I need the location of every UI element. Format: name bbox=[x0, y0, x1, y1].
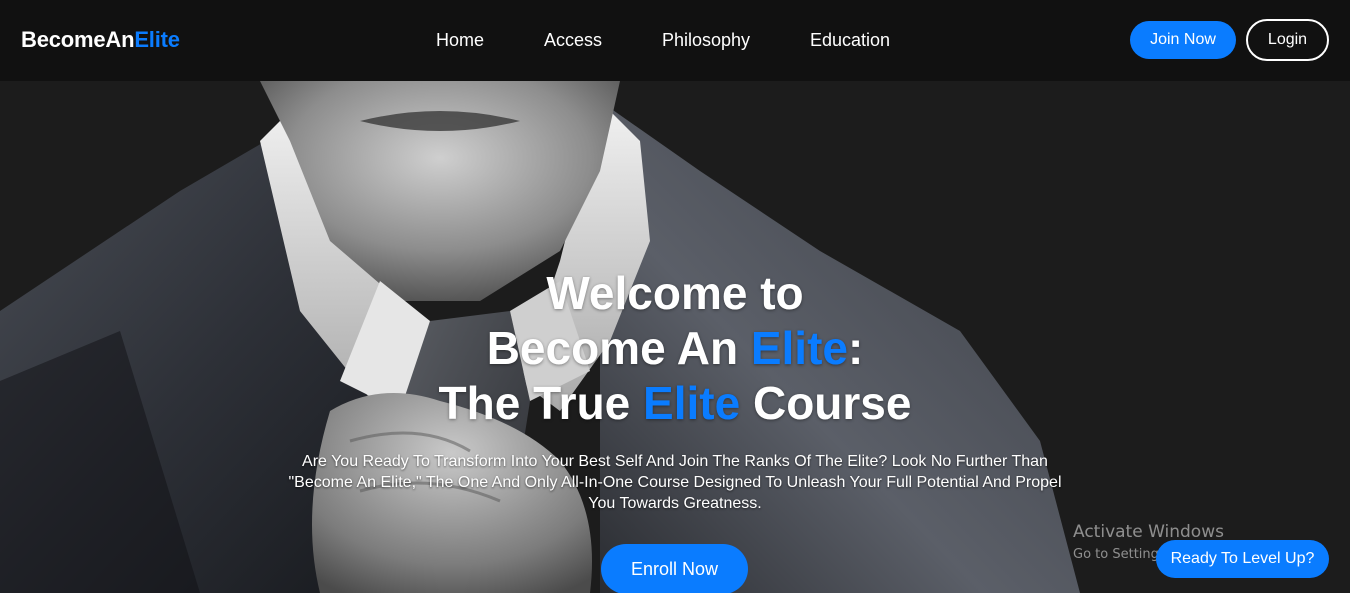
join-now-button[interactable]: Join Now bbox=[1130, 21, 1236, 59]
hero-line2-colon: : bbox=[847, 322, 864, 374]
login-button[interactable]: Login bbox=[1246, 19, 1329, 61]
top-navigation-bar: BecomeAnElite Home Access Philosophy Edu… bbox=[0, 0, 1350, 81]
hero-line2-text: Become An bbox=[486, 322, 751, 374]
enroll-now-button[interactable]: Enroll Now bbox=[601, 544, 748, 593]
nav-access-link[interactable]: Access bbox=[544, 30, 602, 51]
watermark-title: Activate Windows bbox=[1073, 522, 1224, 542]
hero-heading: Welcome to Become An Elite: The True Eli… bbox=[0, 266, 1350, 431]
nav-philosophy-link[interactable]: Philosophy bbox=[662, 30, 750, 51]
hero-heading-line-3: The True Elite Course bbox=[0, 376, 1350, 431]
nav-education-link[interactable]: Education bbox=[810, 30, 890, 51]
level-up-chat-button[interactable]: Ready To Level Up? bbox=[1156, 540, 1329, 578]
hero-subtitle: Are You Ready To Transform Into Your Bes… bbox=[288, 453, 1062, 512]
nav-home-link[interactable]: Home bbox=[436, 30, 484, 51]
hero-line3-accent: Elite bbox=[643, 377, 741, 429]
hero-line3-suffix: Course bbox=[740, 377, 912, 429]
hero-line2-accent: Elite bbox=[750, 322, 848, 374]
hero-heading-line-2: Become An Elite: bbox=[0, 321, 1350, 376]
hero-line3-text: The True bbox=[438, 377, 644, 429]
hero-heading-line-1: Welcome to bbox=[546, 267, 804, 319]
